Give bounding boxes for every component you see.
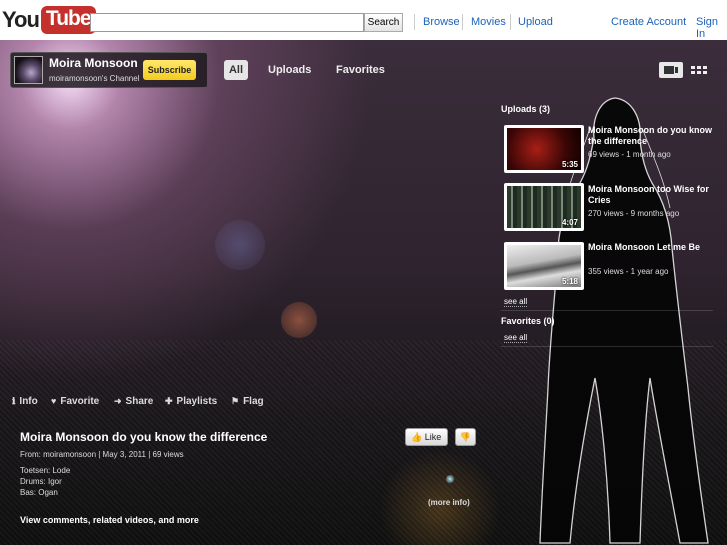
video-thumbnail[interactable]: 5:35 [504, 125, 584, 173]
nav-separator [414, 14, 415, 30]
nav-separator [510, 14, 511, 30]
like-label: Like [424, 432, 442, 442]
video-duration: 5:35 [561, 160, 578, 169]
bokeh-orb [281, 302, 317, 338]
tab-all[interactable]: All [224, 60, 248, 80]
video-title: Moira Monsoon do you know the difference [20, 430, 268, 444]
divider [501, 310, 713, 311]
flag-icon: ⚑ [231, 396, 240, 406]
favorite-tab[interactable]: ♥ Favorite [51, 396, 99, 407]
divider [501, 346, 713, 347]
channel-name[interactable]: Moira Monsoon [49, 56, 138, 70]
logo-tube-text: Tube [40, 6, 96, 34]
like-button[interactable]: 👍 Like [405, 428, 448, 446]
video-uploader-info: From: moiramonsoon | May 3, 2011 | 69 vi… [20, 450, 184, 459]
heart-icon: ♥ [51, 396, 57, 406]
info-icon: ℹ [12, 396, 16, 406]
subscribe-button[interactable]: Subscribe [143, 60, 196, 80]
video-duration: 5:18 [561, 277, 578, 286]
tab-favorites[interactable]: Favorites [336, 64, 385, 76]
dislike-button[interactable]: 👎 [455, 428, 476, 446]
description-line: Bas: Ogan [20, 488, 58, 497]
description-line: Toetsen: Lode [20, 466, 71, 475]
tab-uploads[interactable]: Uploads [268, 64, 311, 76]
thumbs-down-icon: 👎 [459, 432, 472, 442]
grid-view-icon[interactable] [688, 62, 712, 78]
nav-separator [462, 14, 463, 30]
playlists-tab[interactable]: ✚ Playlists [165, 396, 217, 407]
description-line: Drums: Igor [20, 477, 62, 486]
uploads-see-all-link[interactable]: see all [504, 297, 528, 307]
favorites-heading: Favorites (0) [501, 316, 555, 326]
search-input[interactable] [90, 13, 364, 32]
favorite-label: Favorite [60, 396, 100, 407]
bokeh-orb [215, 220, 265, 270]
channel-subtitle: moiramonsoon's Channel [49, 74, 140, 83]
video-title-link[interactable]: Moira Monsoon Let me Be [588, 242, 713, 253]
nav-movies[interactable]: Movies [471, 16, 506, 28]
playlists-label: Playlists [176, 396, 218, 407]
channel-avatar[interactable] [14, 56, 43, 84]
share-label: Share [125, 396, 154, 407]
share-tab[interactable]: ➜ Share [114, 396, 153, 407]
thumbs-up-icon: 👍 [411, 432, 423, 442]
nav-browse[interactable]: Browse [423, 16, 460, 28]
info-tab[interactable]: ℹ Info [12, 396, 38, 407]
player-view-icon[interactable] [659, 62, 683, 78]
top-bar: You Tube Search Browse Movies Upload Cre… [0, 0, 727, 40]
nav-upload[interactable]: Upload [518, 16, 553, 28]
search-button[interactable]: Search [364, 13, 403, 32]
arrow-right-icon: ➜ [114, 396, 122, 406]
video-meta: 355 views - 1 year ago [588, 267, 669, 276]
youtube-logo[interactable]: You Tube [2, 6, 96, 34]
video-meta: 69 views - 1 month ago [588, 150, 671, 159]
uploads-heading: Uploads (3) [501, 104, 551, 114]
video-thumbnail[interactable]: 5:18 [504, 242, 584, 290]
view-comments-link[interactable]: View comments, related videos, and more [20, 515, 199, 525]
create-account-link[interactable]: Create Account [611, 16, 686, 28]
channel-header: Moira Monsoon moiramonsoon's Channel Sub… [10, 52, 208, 88]
flag-label: Flag [243, 396, 264, 407]
flag-tab[interactable]: ⚑ Flag [231, 396, 264, 407]
favorites-see-all-link[interactable]: see all [504, 333, 528, 343]
channel-background: Moira Monsoon moiramonsoon's Channel Sub… [0, 40, 727, 545]
video-meta: 270 views - 9 months ago [588, 209, 680, 218]
info-label: Info [19, 396, 38, 407]
plus-icon: ✚ [165, 396, 173, 406]
more-info-link[interactable]: (more info) [428, 498, 470, 507]
video-thumbnail[interactable]: 4:07 [504, 183, 584, 231]
video-duration: 4:07 [561, 218, 578, 227]
sign-in-link[interactable]: Sign In [696, 16, 727, 40]
video-title-link[interactable]: Moira Monsoon do you know the difference [588, 125, 713, 147]
logo-you-text: You [2, 7, 40, 32]
video-title-link[interactable]: Moira Monsoon too Wise for Cries [588, 184, 713, 206]
